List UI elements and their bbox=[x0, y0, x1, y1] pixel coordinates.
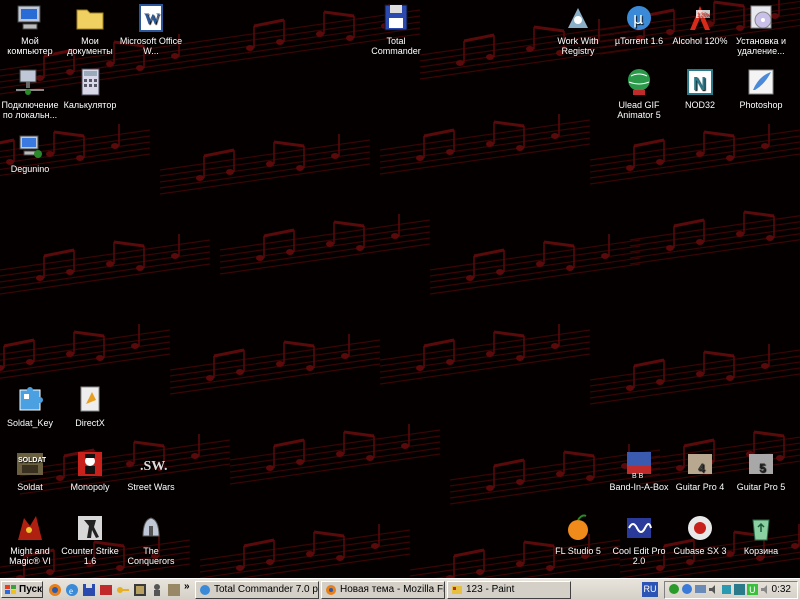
tray-utorrent-icon[interactable]: U bbox=[747, 584, 758, 595]
desktop-icon-counter-strike[interactable]: Counter Strike 1.6 bbox=[58, 512, 122, 566]
desktop-icon-might-magic[interactable]: Might and Magic® VI bbox=[0, 512, 62, 566]
start-button[interactable]: Пуск bbox=[1, 581, 43, 598]
desktop-icon-soldat[interactable]: SOLDAT Soldat bbox=[0, 448, 62, 492]
registry-icon bbox=[562, 2, 594, 34]
alcohol-icon: 120x bbox=[684, 2, 716, 34]
floppy-icon bbox=[380, 2, 412, 34]
desktop-icon-uninstall[interactable]: Установка и удаление... bbox=[729, 2, 793, 56]
desktop-icon-fl-studio[interactable]: FL Studio 5 bbox=[546, 512, 610, 556]
tray-monitor-icon[interactable] bbox=[695, 584, 706, 595]
cd-install-icon bbox=[745, 2, 777, 34]
feather-icon bbox=[745, 66, 777, 98]
svg-text:SOLDAT: SOLDAT bbox=[18, 457, 46, 464]
desktop-icon-my-computer[interactable]: Мой компьютер bbox=[0, 2, 62, 56]
guitar5-icon: 5 bbox=[745, 448, 777, 480]
firefox-icon[interactable] bbox=[48, 583, 62, 597]
svg-text:µ: µ bbox=[633, 9, 643, 28]
svg-text:5: 5 bbox=[759, 461, 766, 475]
monopoly-icon bbox=[74, 448, 106, 480]
floppy-quicklaunch-icon[interactable] bbox=[82, 583, 96, 597]
desktop-icon-soldat-key[interactable]: Soldat_Key bbox=[0, 384, 62, 428]
task-paint[interactable]: 123 - Paint bbox=[447, 581, 571, 599]
task-firefox[interactable]: Новая тема - Mozilla Fire... bbox=[321, 581, 445, 599]
guitar4-icon: 4 bbox=[684, 448, 716, 480]
task-total-commander[interactable]: Total Commander 7.0 pu... bbox=[195, 581, 319, 599]
helmet-icon bbox=[135, 512, 167, 544]
desktop-icon-cool-edit[interactable]: Cool Edit Pro 2.0 bbox=[607, 512, 671, 566]
desktop-icon-photoshop[interactable]: Photoshop bbox=[729, 66, 793, 110]
tray-globe-icon[interactable] bbox=[682, 584, 693, 595]
desktop-icon-ulead-gif[interactable]: Ulead GIF Animator 5 bbox=[607, 66, 671, 120]
desktop-icon-total-commander[interactable]: Total Commander bbox=[364, 2, 428, 56]
tray-green-icon[interactable] bbox=[669, 584, 680, 595]
streetwars-icon: .SW. bbox=[135, 448, 168, 480]
ie-icon[interactable]: e bbox=[65, 583, 79, 597]
svg-text:e: e bbox=[69, 586, 73, 596]
desktop-icon-nod32[interactable]: N NOD32 bbox=[668, 66, 732, 110]
svg-text:4: 4 bbox=[698, 461, 705, 475]
svg-text:.SW.: .SW. bbox=[140, 459, 167, 474]
cs-icon bbox=[74, 512, 106, 544]
system-tray: U 0:32 bbox=[664, 581, 798, 599]
desktop-icon-band-in-a-box[interactable]: B B Band-In-A-Box bbox=[607, 448, 671, 492]
desktop-icon-monopoly[interactable]: Monopoly bbox=[58, 448, 122, 492]
taskbar: Пуск e » Total Commander 7.0 pu... Новая… bbox=[0, 578, 800, 600]
desktop-icon-connection[interactable]: Подключение по локальн... bbox=[0, 66, 62, 120]
desktop-icon-recycle-bin[interactable]: Корзина bbox=[729, 512, 793, 556]
desktop-icon-ms-word[interactable]: W Microsoft Office W... bbox=[119, 2, 183, 56]
desktop-icon-street-wars[interactable]: .SW. Street Wars bbox=[119, 448, 183, 492]
tray-volume-icon[interactable] bbox=[708, 584, 719, 595]
tray-speaker-icon[interactable] bbox=[760, 584, 771, 595]
network-icon bbox=[14, 66, 46, 98]
recycle-bin-icon bbox=[745, 512, 777, 544]
clock[interactable]: 0:32 bbox=[772, 584, 791, 595]
start-label: Пуск bbox=[19, 584, 43, 595]
game-quicklaunch-icon[interactable] bbox=[133, 583, 147, 597]
paint-icon bbox=[452, 586, 462, 594]
folder-icon bbox=[74, 2, 106, 34]
computer-icon bbox=[14, 2, 46, 34]
word-icon: W bbox=[135, 2, 167, 34]
fruit-icon bbox=[562, 512, 594, 544]
desktop-icon-the-conquerors[interactable]: The Conquerors bbox=[119, 512, 183, 566]
svg-text:120x: 120x bbox=[697, 13, 710, 19]
desktop-icon-calculator[interactable]: Калькулятор bbox=[58, 66, 122, 110]
network-computer-icon bbox=[14, 130, 46, 162]
utorrent-icon: µ bbox=[623, 2, 655, 34]
svg-text:U: U bbox=[749, 586, 756, 595]
svg-text:B B: B B bbox=[632, 473, 644, 480]
firefox-icon bbox=[326, 585, 336, 595]
desktop-icon-utorrent[interactable]: µ µTorrent 1.6 bbox=[607, 2, 671, 46]
desktop-icon-degunino[interactable]: Degunino bbox=[0, 130, 62, 174]
desktop-icon-alcohol[interactable]: 120x Alcohol 120% bbox=[668, 2, 732, 46]
svg-text:N: N bbox=[693, 74, 706, 94]
tray-network-icon[interactable] bbox=[721, 584, 732, 595]
soldat-icon: SOLDAT bbox=[14, 448, 47, 480]
app-quicklaunch-icon[interactable] bbox=[99, 583, 113, 597]
desktop-icon-directx[interactable]: DirectX bbox=[58, 384, 122, 428]
desktop-icon-cubase[interactable]: Cubase SX 3 bbox=[668, 512, 732, 556]
desktop-icon-work-registry[interactable]: Work With Registry bbox=[546, 2, 610, 56]
desktop-icon-guitar-pro-5[interactable]: 5 Guitar Pro 5 bbox=[729, 448, 793, 492]
nod32-icon: N bbox=[684, 66, 716, 98]
image-quicklaunch-icon[interactable] bbox=[167, 583, 181, 597]
calculator-icon bbox=[74, 66, 106, 98]
dragon-icon bbox=[14, 512, 46, 544]
globe-icon bbox=[623, 66, 655, 98]
quicklaunch-chevron[interactable]: » bbox=[184, 581, 190, 592]
cooledit-icon bbox=[623, 512, 655, 544]
cubase-icon bbox=[684, 512, 716, 544]
puzzle-icon bbox=[14, 384, 46, 416]
total-commander-icon bbox=[200, 585, 210, 595]
key-quicklaunch-icon[interactable] bbox=[116, 583, 130, 597]
directx-icon bbox=[74, 384, 106, 416]
windows-flag-icon bbox=[5, 585, 16, 594]
desktop-icon-guitar-pro-4[interactable]: 4 Guitar Pro 4 bbox=[668, 448, 732, 492]
soldier-quicklaunch-icon[interactable] bbox=[150, 583, 164, 597]
language-indicator[interactable]: RU bbox=[642, 582, 658, 597]
svg-text:W: W bbox=[144, 11, 160, 28]
desktop-icon-my-documents[interactable]: Мои документы bbox=[58, 2, 122, 56]
tray-nod32-icon[interactable] bbox=[734, 584, 745, 595]
bandinabox-icon: B B bbox=[623, 448, 655, 480]
